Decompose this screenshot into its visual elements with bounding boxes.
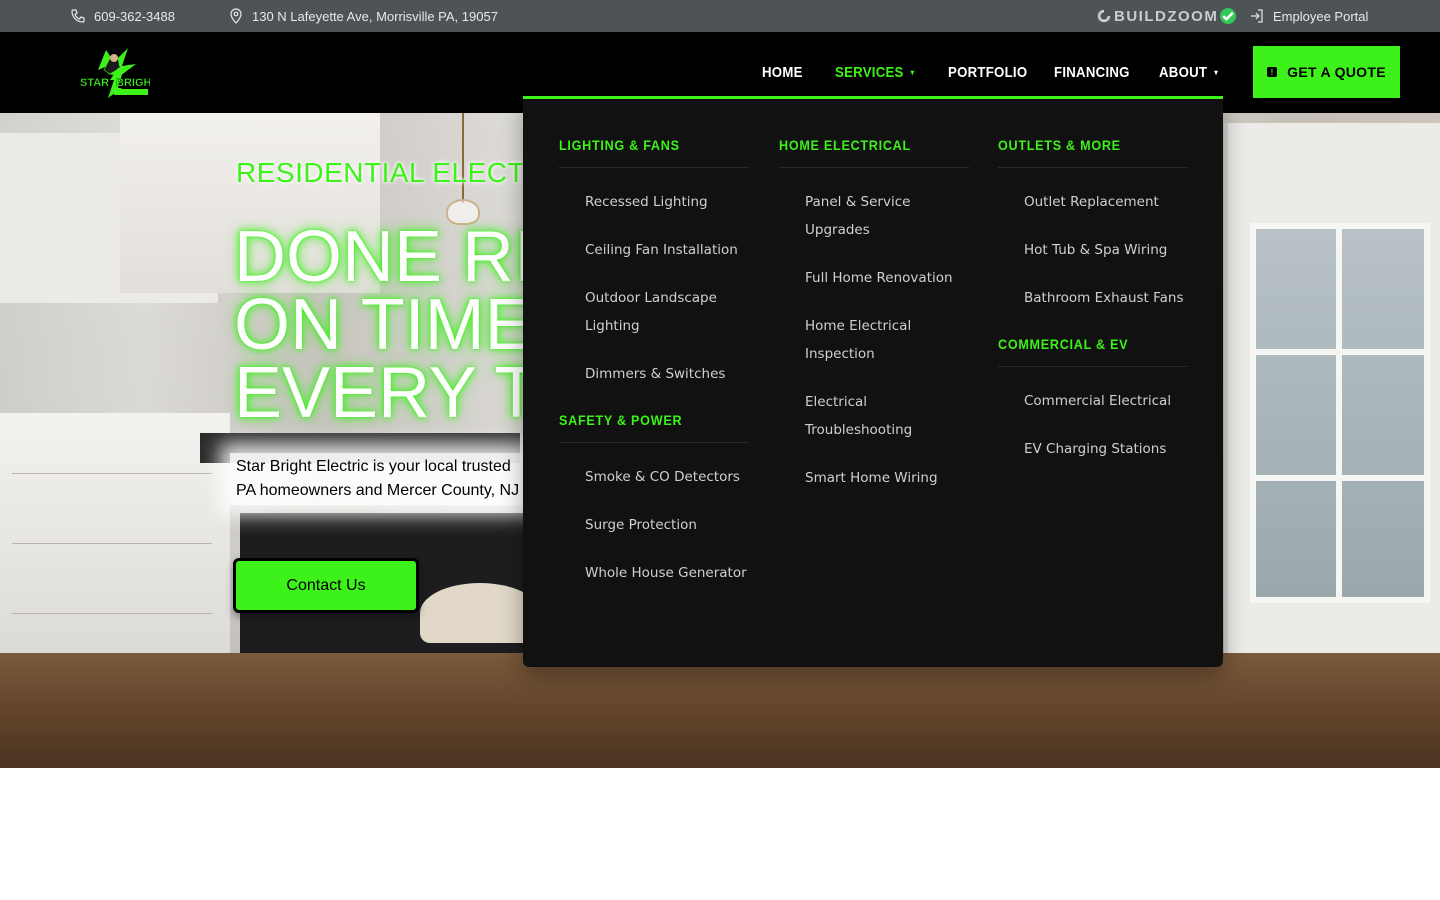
menu-heading-commercial-ev[interactable]: COMMERCIAL & EV [998,332,1169,356]
hero-subtext: Star Bright Electric is your local trust… [230,453,530,505]
employee-portal-link[interactable]: Employee Portal [1249,0,1368,32]
menu-item-outdoor-lighting[interactable]: Outdoor Landscape Lighting [585,284,749,340]
menu-divider [998,167,1188,168]
hero-bg-window [1250,223,1430,603]
hero-bg-lower-cabinet [0,413,230,663]
menu-divider [559,442,749,443]
logo-mark-icon: STAR BRIGHT [80,48,159,98]
chevron-down-icon: ▾ [1214,68,1219,77]
services-mega-menu: LIGHTING & FANS Recessed Lighting Ceilin… [523,96,1223,667]
star-bright-logo[interactable]: STAR BRIGHT [78,46,159,98]
nav-financing-label: FINANCING [1054,64,1130,81]
menu-column-outlets: OUTLETS & MORE Outlet Replacement Hot Tu… [998,133,1188,483]
menu-column-lighting: LIGHTING & FANS Recessed Lighting Ceilin… [559,133,749,607]
menu-item-panel-upgrades[interactable]: Panel & Service Upgrades [805,188,969,244]
menu-item-hot-tub-wiring[interactable]: Hot Tub & Spa Wiring [1024,236,1188,264]
svg-text:STAR: STAR [80,77,109,89]
phone-icon [71,9,85,23]
verified-check-icon [1220,8,1237,24]
menu-item-ev-charging[interactable]: EV Charging Stations [1024,435,1188,463]
menu-item-smart-home[interactable]: Smart Home Wiring [805,464,969,492]
menu-item-full-renovation[interactable]: Full Home Renovation [805,264,969,292]
address-text: 130 N Lafeyette Ave, Morrisville PA, 190… [252,8,498,24]
svg-text:BRIGHT: BRIGHT [116,77,150,89]
menu-divider [779,167,969,168]
quote-icon: ! [1267,67,1278,77]
location-pin-icon [230,8,242,24]
get-a-quote-button[interactable]: ! GET A QUOTE [1253,46,1400,98]
menu-heading-safety-power[interactable]: SAFETY & POWER [559,408,730,432]
menu-heading-lighting-fans[interactable]: LIGHTING & FANS [559,133,730,157]
employee-portal-label: Employee Portal [1273,8,1369,24]
menu-item-inspection[interactable]: Home Electrical Inspection [805,312,969,368]
menu-item-outlet-replacement[interactable]: Outlet Replacement [1024,188,1188,216]
menu-heading-home-electrical[interactable]: HOME ELECTRICAL [779,133,950,157]
menu-item-surge-protection[interactable]: Surge Protection [585,511,749,539]
hero-bg-floor [0,653,1440,768]
menu-group-safety: SAFETY & POWER Smoke & CO Detectors Surg… [559,408,749,587]
nav-about-label: ABOUT [1159,64,1208,81]
menu-heading-outlets-more[interactable]: OUTLETS & MORE [998,133,1169,157]
menu-item-generator[interactable]: Whole House Generator [585,559,749,587]
menu-item-dimmers[interactable]: Dimmers & Switches [585,360,749,388]
menu-item-ceiling-fan[interactable]: Ceiling Fan Installation [585,236,749,264]
menu-item-recessed-lighting[interactable]: Recessed Lighting [585,188,749,216]
hero-subtext-line: Star Bright Electric is your local trust… [236,458,511,475]
buildzoom-label: BUILDZOOM [1114,7,1219,25]
menu-column-home-electrical: HOME ELECTRICAL Panel & Service Upgrades… [779,133,969,512]
top-info-bar: 609-362-3488 130 N Lafeyette Ave, Morris… [0,0,1440,32]
menu-item-troubleshooting[interactable]: Electrical Troubleshooting [805,388,969,444]
chevron-down-icon: ▾ [910,68,915,77]
buildzoom-badge[interactable]: BUILDZOOM [1096,0,1237,32]
menu-item-commercial-electrical[interactable]: Commercial Electrical [1024,387,1188,415]
nav-home-label: HOME [762,64,803,81]
nav-portfolio-label: PORTFOLIO [948,64,1028,81]
address-link[interactable]: 130 N Lafeyette Ave, Morrisville PA, 190… [228,0,498,32]
hero-bg-stool [420,583,540,643]
menu-group-commercial: COMMERCIAL & EV Commercial Electrical EV… [998,332,1188,463]
get-a-quote-label: GET A QUOTE [1287,64,1386,80]
menu-divider [998,366,1188,367]
phone-link[interactable]: 609-362-3488 [70,0,175,32]
buildzoom-logo-icon [1097,9,1111,23]
nav-services-label: SERVICES [835,64,904,81]
menu-item-smoke-detectors[interactable]: Smoke & CO Detectors [585,463,749,491]
login-icon [1251,9,1263,23]
contact-us-button[interactable]: Contact Us [233,558,419,613]
menu-item-exhaust-fans[interactable]: Bathroom Exhaust Fans [1024,284,1188,312]
hero-subtext-line: PA homeowners and Mercer County, NJ [236,482,520,499]
menu-divider [559,167,749,168]
phone-number: 609-362-3488 [94,8,175,24]
